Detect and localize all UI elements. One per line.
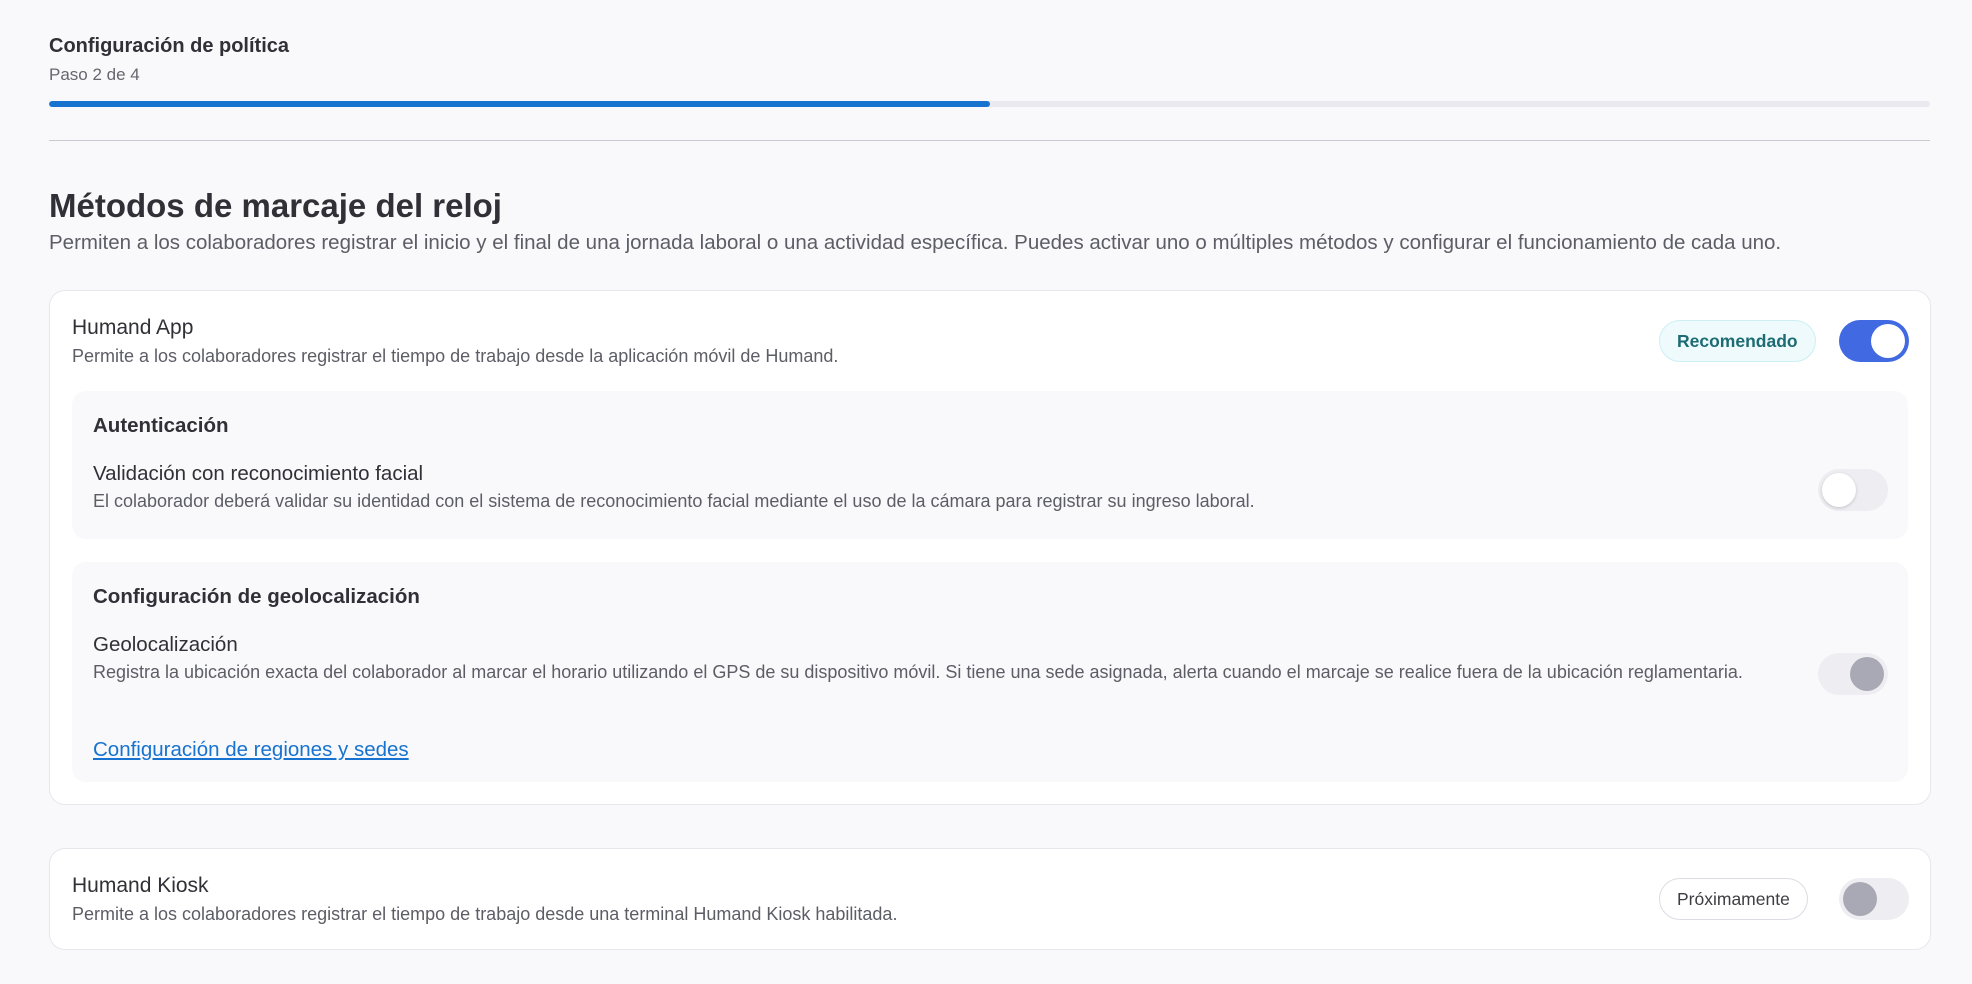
- regions-config-link[interactable]: Configuración de regiones y sedes: [93, 737, 409, 763]
- progress-bar-fill: [49, 101, 990, 107]
- progress-bar: [49, 101, 1930, 107]
- step-indicator: Paso 2 de 4: [49, 65, 140, 84]
- page-title: Configuración de política: [49, 35, 290, 57]
- facial-recognition-description: El colaborador deberá validar su identid…: [93, 491, 1255, 511]
- policy-config-page: Configuración de política Paso 2 de 4 Mé…: [0, 0, 1972, 984]
- toggle-knob: [1850, 657, 1884, 691]
- humand-kiosk-card: Humand Kiosk Permite a los colaboradores…: [49, 848, 1931, 950]
- humand-kiosk-toggle[interactable]: [1839, 878, 1909, 920]
- geolocation-panel: Configuración de geolocalización Geoloca…: [72, 562, 1908, 782]
- facial-recognition-option: Validación con reconocimiento facial El …: [93, 461, 1793, 514]
- facial-recognition-toggle[interactable]: [1818, 469, 1888, 511]
- divider: [49, 140, 1930, 141]
- toggle-knob: [1822, 473, 1856, 507]
- step-header: Configuración de política Paso 2 de 4: [49, 34, 1923, 84]
- section-description: Permiten a los colaboradores registrar e…: [49, 231, 1782, 254]
- humand-app-toggle[interactable]: [1839, 320, 1909, 362]
- humand-app-card: Humand App Permite a los colaboradores r…: [49, 290, 1931, 805]
- toggle-knob: [1843, 882, 1877, 916]
- geolocation-description: Registra la ubicación exacta del colabor…: [93, 662, 1743, 682]
- humand-app-description: Permite a los colaboradores registrar el…: [72, 346, 839, 366]
- facial-recognition-title: Validación con reconocimiento facial: [93, 462, 424, 485]
- humand-kiosk-title: Humand Kiosk: [72, 874, 209, 897]
- geolocation-toggle[interactable]: [1818, 653, 1888, 695]
- geolocation-option: Geolocalización Registra la ubicación ex…: [93, 632, 1793, 685]
- humand-app-title: Humand App: [72, 316, 194, 339]
- humand-kiosk-description: Permite a los colaboradores registrar el…: [72, 904, 898, 924]
- coming-soon-badge: Próximamente: [1659, 878, 1808, 920]
- geolocation-title: Geolocalización: [93, 633, 238, 656]
- humand-kiosk-header: Humand Kiosk Permite a los colaboradores…: [72, 873, 897, 926]
- geolocation-config-title: Configuración de geolocalización: [93, 585, 420, 608]
- authentication-panel: Autenticación Validación con reconocimie…: [72, 391, 1908, 539]
- humand-app-header: Humand App Permite a los colaboradores r…: [72, 315, 838, 368]
- recommended-badge: Recomendado: [1659, 320, 1816, 362]
- toggle-knob: [1871, 324, 1905, 358]
- authentication-title: Autenticación: [93, 414, 229, 437]
- section-title: Métodos de marcaje del reloj: [49, 187, 502, 224]
